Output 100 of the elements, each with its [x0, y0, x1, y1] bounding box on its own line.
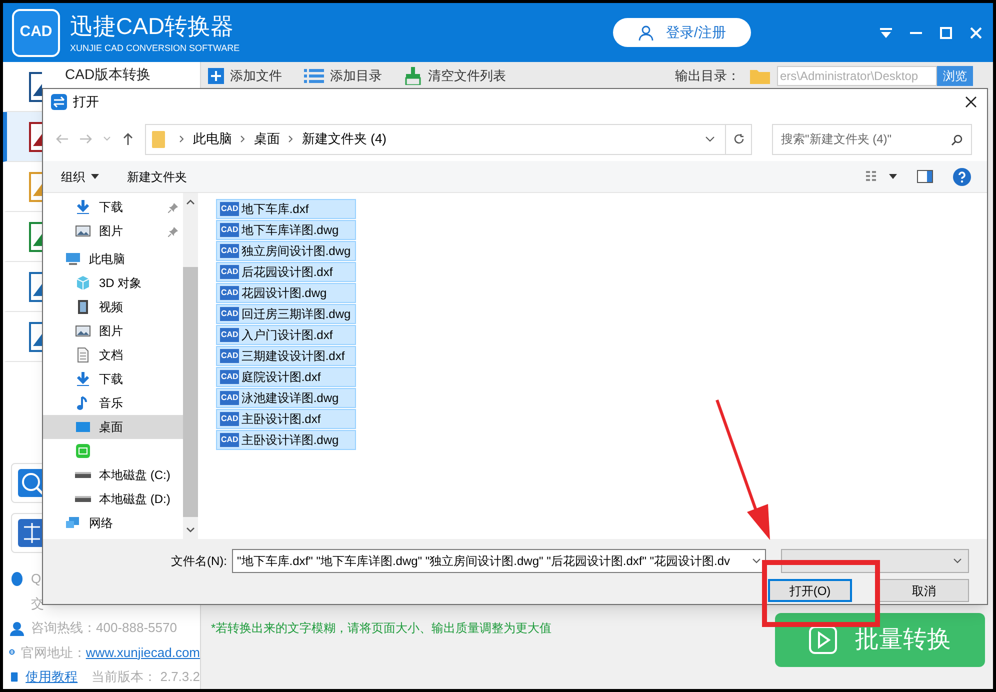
toolbar-button[interactable]: 添加目录: [304, 66, 382, 86]
file-item[interactable]: CAD 后花园设计图.dxf: [216, 262, 356, 282]
filename-field[interactable]: "地下车库.dxf" "地下车库详图.dwg" "独立房间设计图.dwg" "后花园设计图.dxf" "花园设计图.dv: [232, 549, 766, 573]
chevron-right-icon: [288, 135, 294, 143]
broom-icon: [404, 67, 422, 85]
menu-icon[interactable]: [879, 26, 893, 40]
nav-item[interactable]: 网络: [43, 511, 183, 535]
file-item[interactable]: CAD 泳池建设详图.dwg: [216, 388, 356, 408]
nav-item[interactable]: 图片: [43, 319, 183, 343]
file-item[interactable]: CAD 庭院设计图.dxf: [216, 367, 356, 387]
file-type-icon: CAD: [220, 391, 240, 405]
swap-icon: [51, 94, 67, 110]
picture-icon: [75, 223, 91, 239]
file-type-icon: CAD: [220, 223, 240, 237]
search-field[interactable]: 搜索"新建文件夹 (4)": [772, 124, 972, 154]
file-type-icon: CAD: [220, 412, 240, 426]
toolbar-button[interactable]: 添加文件: [208, 66, 282, 86]
preview-pane-icon[interactable]: [917, 170, 933, 183]
address-bar[interactable]: 此电脑 桌面 新建文件夹 (4): [145, 124, 752, 154]
nav-item[interactable]: 下载: [43, 367, 183, 391]
chevron-down-icon[interactable]: [186, 527, 195, 533]
list-icon: [304, 68, 324, 84]
download-icon: [75, 199, 91, 215]
scrollbar-thumb[interactable]: [183, 267, 198, 517]
desktop-icon: [75, 419, 91, 435]
folder-icon: [152, 130, 165, 148]
filename-label: 文件名(N):: [171, 553, 227, 570]
download-icon: [75, 371, 91, 387]
file-item[interactable]: CAD 三期建设设计图.dxf: [216, 346, 356, 366]
toolbar-button[interactable]: 清空文件列表: [404, 66, 506, 86]
nav-item[interactable]: 本地磁盘 (C:): [43, 463, 183, 487]
plus-icon: [208, 68, 224, 84]
chevron-right-icon: [240, 135, 246, 143]
breadcrumb-item[interactable]: 新建文件夹 (4): [302, 129, 386, 149]
file-type-icon: CAD: [220, 349, 240, 363]
file-item[interactable]: CAD 入户门设计图.dxf: [216, 325, 356, 345]
file-type-icon: CAD: [220, 370, 240, 384]
document-icon: [75, 347, 91, 363]
file-type-icon: CAD: [220, 202, 240, 216]
cube-icon: [75, 275, 91, 291]
maximize-icon[interactable]: [939, 26, 953, 40]
file-item[interactable]: CAD 主卧设计详图.dwg: [216, 430, 356, 450]
app-logo: CAD: [12, 8, 60, 56]
file-type-icon: CAD: [220, 244, 240, 258]
nav-item[interactable]: 音乐: [43, 391, 183, 415]
output-label: 输出目录：: [675, 67, 740, 86]
nav-item[interactable]: 本地磁盘 (D:): [43, 487, 183, 511]
play-icon: [809, 626, 837, 654]
file-item[interactable]: CAD 回迁房三期详图.dwg: [216, 304, 356, 324]
folder-icon: [750, 68, 770, 84]
nav-item[interactable]: 下载: [43, 195, 183, 219]
nav-item[interactable]: 图片: [43, 219, 183, 243]
caret-icon: [91, 174, 99, 179]
breadcrumb-item[interactable]: 桌面: [254, 129, 280, 149]
file-item[interactable]: CAD 地下车库.dxf: [216, 199, 356, 219]
file-type-icon: CAD: [220, 328, 240, 342]
file-item[interactable]: CAD 主卧设计图.dxf: [216, 409, 356, 429]
pin-icon: [168, 202, 179, 212]
cancel-button[interactable]: 取消: [879, 579, 969, 602]
drive-icon: [75, 496, 91, 502]
file-item[interactable]: CAD 花园设计图.dwg: [216, 283, 356, 303]
file-type-icon: CAD: [220, 265, 240, 279]
hint-text: *若转换出来的文字模糊，请将页面大小、输出质量调整为更大值: [211, 620, 553, 637]
chevron-down-icon: [752, 558, 761, 564]
file-type-icon: CAD: [220, 286, 240, 300]
refresh-icon[interactable]: [732, 133, 744, 145]
site-label: 官网地址：: [20, 644, 86, 662]
user-icon: [638, 24, 654, 40]
app-title: 迅捷CAD转换器: [70, 12, 235, 40]
close-icon[interactable]: [965, 96, 977, 108]
nav-item[interactable]: 文档: [43, 343, 183, 367]
new-folder-button[interactable]: 新建文件夹: [127, 168, 187, 186]
search-icon: [951, 134, 963, 146]
file-item[interactable]: CAD 地下车库详图.dwg: [216, 220, 356, 240]
nav-item[interactable]: 此电脑: [43, 247, 183, 271]
qq-label: Q: [31, 570, 42, 588]
film-icon: [75, 299, 91, 315]
login-button[interactable]: 登录/注册: [613, 18, 751, 47]
open-button[interactable]: 打开(O): [768, 579, 852, 602]
chevron-up-icon[interactable]: [186, 199, 195, 205]
help-icon[interactable]: [953, 168, 971, 186]
version-text: 当前版本： 2.7.3.2: [92, 668, 200, 686]
up-arrow-icon[interactable]: [121, 132, 135, 146]
tutorial-link[interactable]: 使用教程: [26, 667, 78, 686]
breadcrumb-item[interactable]: 此电脑: [193, 129, 232, 149]
view-options-icon[interactable]: [865, 170, 879, 184]
nav-item[interactable]: 3D 对象: [43, 271, 183, 295]
nav-item[interactable]: 视频: [43, 295, 183, 319]
hotline-text: 咨询热线：400-888-5570: [31, 619, 177, 637]
picture-icon: [75, 323, 91, 339]
app-subtitle: XUNJIE CAD CONVERSION SOFTWARE: [70, 42, 240, 54]
file-type-icon: CAD: [220, 433, 240, 447]
file-item[interactable]: CAD 独立房间设计图.dwg: [216, 241, 356, 261]
organize-menu[interactable]: 组织: [61, 168, 99, 186]
caret-icon[interactable]: [889, 174, 897, 179]
chevron-down-icon[interactable]: [705, 135, 715, 143]
file-type-icon: CAD: [220, 307, 240, 321]
website-link[interactable]: www.xunjiecad.com: [86, 642, 200, 662]
scrollbar[interactable]: [183, 193, 198, 539]
nav-item[interactable]: 桌面: [43, 415, 183, 439]
